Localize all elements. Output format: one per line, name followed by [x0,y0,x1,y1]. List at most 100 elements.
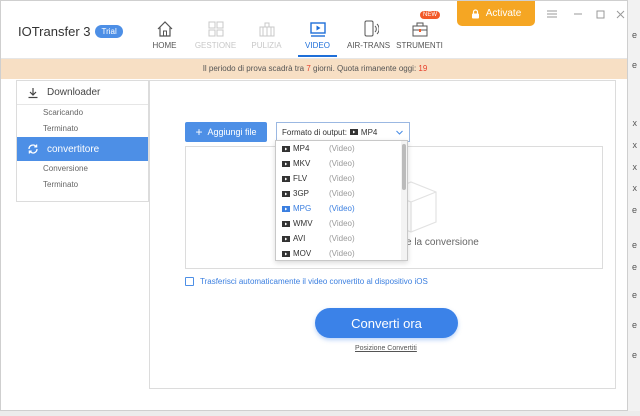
background-glyph: x [632,118,638,128]
format-option-3gp[interactable]: 3GP (Video) [276,186,407,201]
nav-tab-pulizia[interactable]: PULIZIA [241,1,292,59]
video-camera-icon [282,235,290,242]
format-dropdown: MP4 (Video) MKV (Video) FLV (Video) 3GP (Video)… [275,140,408,261]
format-option-wmv[interactable]: WMV (Video) [276,216,407,231]
home-icon [157,21,172,37]
auto-transfer-option[interactable]: Trasferisci automaticamente il video con… [185,277,428,286]
sidebar-item-label: convertitore [47,143,100,155]
sidebar-sub-downloading[interactable]: Scaricando [17,105,148,121]
maximize-button[interactable] [593,7,607,21]
format-option-avi[interactable]: AVI (Video) [276,231,407,246]
format-option-tag: (Video) [329,189,355,198]
nav-tab-label: PULIZIA [251,41,282,50]
format-label: Formato di output: [282,127,347,137]
nav-tab-air-trans[interactable]: AIR-TRANS [343,1,394,59]
background-glyph: e [631,320,637,330]
scrollbar-thumb[interactable] [402,144,406,190]
notice-middle: giorni. Quota rimanente oggi: [313,64,417,73]
format-option-mpg[interactable]: MPG (Video) [276,201,407,216]
format-option-name: FLV [293,174,308,183]
close-button[interactable] [613,7,627,21]
format-option-name: WMV [293,219,313,228]
maximize-icon [596,10,604,18]
trial-badge: Trial [95,25,123,38]
background-glyph: e [631,350,637,360]
video-camera-icon [282,205,290,212]
format-option-mov[interactable]: MOV (Video) [276,246,407,260]
format-option-tag: (Video) [329,174,355,183]
sidebar-sub-converted[interactable]: Terminato [17,177,148,193]
auto-transfer-label: Trasferisci automaticamente il video con… [200,277,428,286]
grid-icon [208,21,223,37]
nav-tab-label: STRUMENTI [396,41,443,50]
broom-icon [259,22,274,37]
convert-icon [28,144,38,154]
background-glyph: e [631,290,637,300]
nav-tab-label: GESTIONE [194,41,237,50]
phone-wireless-icon [364,20,379,37]
video-camera-icon [282,160,290,167]
nav-tab-label: HOME [152,41,177,50]
converter-panel: + Aggiungi file Formato di output: MP4 e… [149,80,616,389]
format-option-tag: (Video) [329,144,355,153]
sidebar-item-converter[interactable]: convertitore [17,137,148,161]
app-window: IOTransfer 3 Trial HOME GESTIONE PULIZIA VI… [0,0,628,411]
dropdown-scrollbar[interactable] [401,141,407,260]
format-option-tag: (Video) [329,219,355,228]
sidebar-sub-downloaded[interactable]: Terminato [17,121,148,137]
auto-transfer-checkbox[interactable] [185,277,194,286]
format-option-name: 3GP [293,189,310,198]
add-file-button[interactable]: + Aggiungi file [185,122,267,142]
format-option-tag: (Video) [329,204,355,213]
video-camera-icon [282,175,290,182]
nav-tab-gestione[interactable]: GESTIONE [190,1,241,59]
hamburger-icon [547,10,557,18]
output-format-select[interactable]: Formato di output: MP4 [276,122,410,142]
nav-tab-video[interactable]: VIDEO [292,1,343,59]
format-option-name: MKV [293,159,311,168]
background-glyph: x [632,140,638,150]
format-option-name: MOV [293,249,312,258]
notice-prefix: Il periodo di prova scadrà tra [202,64,305,73]
notice-days: 7 [306,64,311,73]
toolbox-icon [412,22,427,37]
new-badge: NEW [420,11,440,19]
activate-button[interactable]: Activate [457,1,535,26]
lock-icon [471,8,479,18]
background-glyph: e [631,60,637,70]
output-location-link[interactable]: Posizione Convertiti [355,345,417,352]
format-option-mp4[interactable]: MP4 (Video) [276,141,407,156]
background-glyph: e [631,240,637,250]
format-option-mkv[interactable]: MKV (Video) [276,156,407,171]
title-bar: IOTransfer 3 Trial HOME GESTIONE PULIZIA VI… [1,1,627,59]
menu-button[interactable] [545,7,559,21]
app-name: IOTransfer 3 [18,24,91,39]
sidebar-sub-converting[interactable]: Conversione [17,161,148,177]
format-value: MP4 [360,127,378,137]
convert-now-button[interactable]: Converti ora [315,308,458,338]
format-option-flv[interactable]: FLV (Video) [276,171,407,186]
nav-tab-home[interactable]: HOME [139,1,190,59]
background-glyph: e [631,30,637,40]
activate-label: Activate [485,8,522,19]
background-glyph: e [631,205,637,215]
format-option-tag: (Video) [329,159,355,168]
background-glyph: x [632,183,638,193]
background-glyph: e [631,262,637,272]
minimize-button[interactable] [571,7,585,21]
main-nav: HOME GESTIONE PULIZIA VIDEO AIR-TRANS STRUMEN… [139,1,445,59]
video-camera-icon [282,220,290,227]
background-glyph: x [632,162,638,172]
app-title: IOTransfer 3 Trial [18,24,123,39]
video-camera-icon [282,250,290,257]
nav-tab-strumenti[interactable]: STRUMENTI NEW [394,1,445,59]
video-camera-icon [282,145,290,152]
video-camera-icon [282,190,290,197]
notice-quota: 19 [418,64,428,73]
sidebar-item-downloader[interactable]: Downloader [17,81,148,105]
nav-tab-label: VIDEO [305,41,330,50]
background-window-edge: e e x x x x e e e e e e [628,0,640,416]
sidebar: Downloader Scaricando Terminato converti… [16,80,149,202]
background-strip [0,411,640,416]
format-option-name: MPG [293,204,312,213]
